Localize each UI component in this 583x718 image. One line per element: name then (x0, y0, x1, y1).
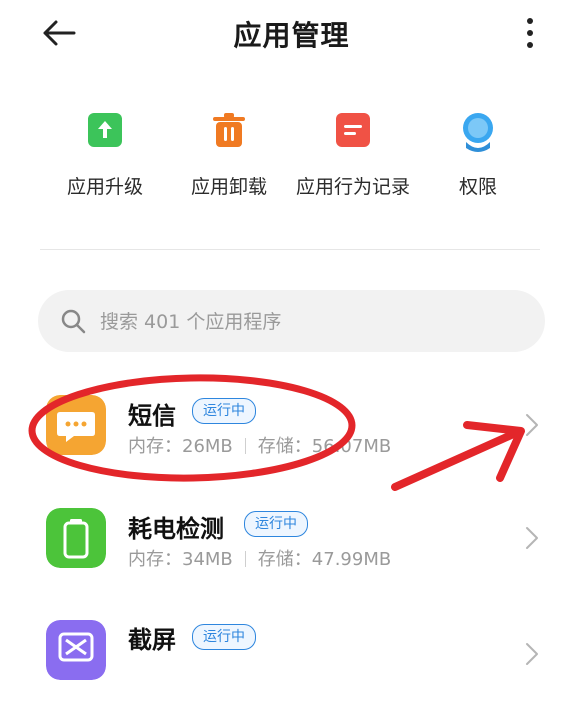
sms-icon (46, 395, 106, 455)
permission-label: 权限 (458, 176, 497, 198)
memory-text: 内存：34MB (128, 549, 233, 570)
trash-icon (213, 113, 245, 147)
app-behavior-record-label: 应用行为记录 (295, 176, 410, 198)
app-name: 耗电检测 (128, 515, 224, 543)
status-badge: 运行中 (244, 511, 308, 537)
app-name: 短信 (128, 402, 176, 430)
record-icon (336, 113, 370, 147)
storage-text: 存储：47.99MB (257, 549, 392, 570)
search-input[interactable] (98, 302, 522, 342)
battery-icon (46, 508, 106, 568)
separator (244, 438, 246, 454)
status-badge: 运行中 (192, 398, 256, 424)
search-icon (61, 309, 86, 334)
more-vertical-icon[interactable] (520, 16, 540, 50)
page-title: 应用管理 (233, 19, 350, 52)
app-meta: 内存：34MB 存储：47.99MB (128, 545, 391, 571)
separator (244, 551, 246, 567)
storage-text: 存储：56.07MB (257, 436, 392, 457)
app-row-sms[interactable]: 短信 运行中 内存：26MB 存储：56.07MB (0, 380, 583, 490)
memory-text: 内存：26MB (128, 436, 233, 457)
quick-actions: 应用升级 应用卸载 应用行为记录 权限 (40, 112, 540, 202)
app-uninstall-label: 应用卸载 (190, 176, 267, 198)
app-meta: 内存：26MB 存储：56.07MB (128, 432, 391, 458)
chevron-right-icon (526, 414, 538, 436)
app-uninstall-button[interactable]: 应用卸载 (159, 112, 299, 199)
status-badge: 运行中 (192, 624, 256, 650)
app-upgrade-button[interactable]: 应用升级 (35, 112, 175, 199)
permission-icon (463, 113, 493, 152)
app-row-screenshot[interactable]: 截屏 运行中 (0, 608, 583, 718)
chevron-right-icon (526, 527, 538, 549)
app-upgrade-label: 应用升级 (66, 176, 143, 198)
header-bar: 应用管理 (0, 0, 583, 70)
permission-button[interactable]: 权限 (408, 112, 548, 199)
app-row-battery-check[interactable]: 耗电检测 运行中 内存：34MB 存储：47.99MB (0, 493, 583, 603)
search-bar[interactable] (38, 290, 545, 352)
upgrade-icon (88, 113, 122, 147)
divider (40, 249, 540, 250)
chevron-right-icon (526, 643, 538, 665)
screenshot-icon (46, 620, 106, 680)
app-behavior-record-button[interactable]: 应用行为记录 (283, 112, 423, 199)
